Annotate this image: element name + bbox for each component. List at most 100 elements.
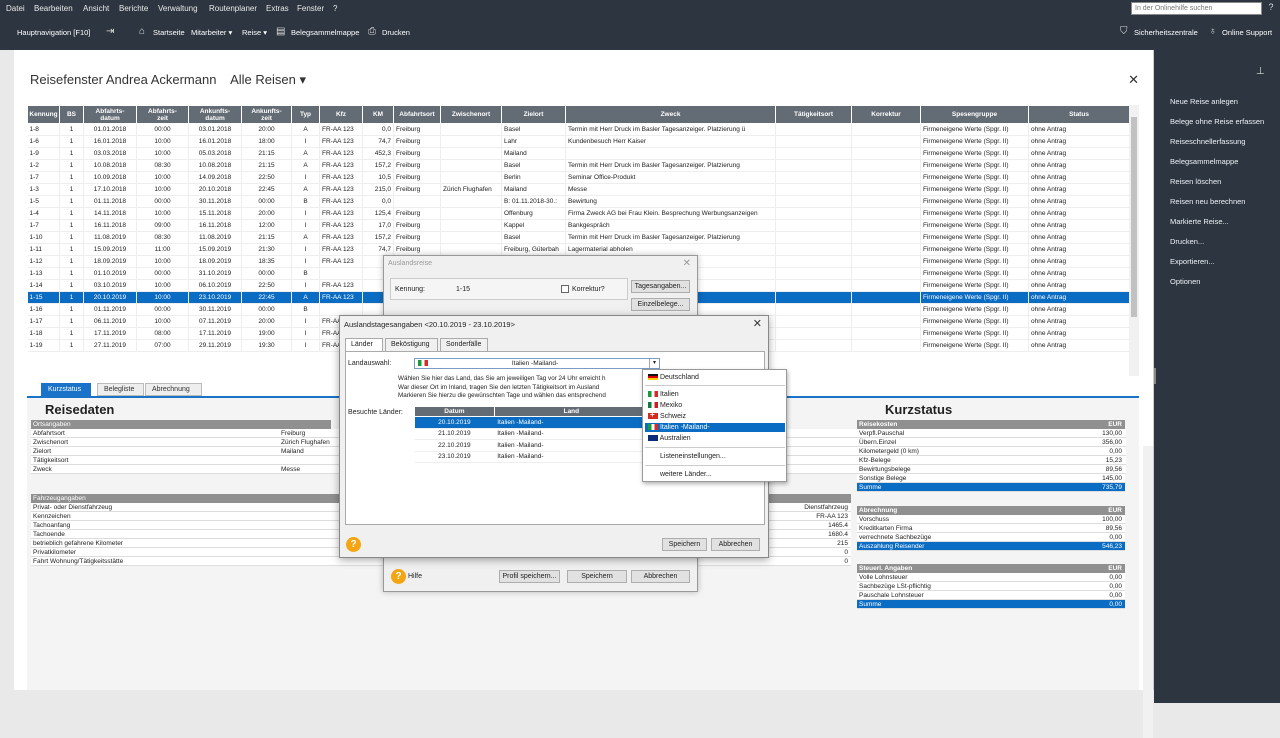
table-cell: Lagermaterial abholen (565, 243, 776, 256)
action-reisen-loeschen[interactable]: Reisen löschen (1170, 177, 1221, 186)
menu-ansicht[interactable]: Ansicht (83, 4, 109, 13)
column-header[interactable]: Ankunfts- datum (188, 105, 242, 124)
menu-bearbeiten[interactable]: Bearbeiten (34, 4, 73, 13)
column-header[interactable]: Spesengruppe (920, 105, 1029, 124)
table-row[interactable]: 1-10 1 11.08.2019 08:30 11.08.2019 21:15 A FR-A… (27, 231, 1130, 244)
action-optionen[interactable]: Optionen (1170, 277, 1200, 286)
tab-sonderfaelle[interactable]: Sonderfälle (440, 338, 488, 351)
column-header[interactable]: Abfahrts- datum (83, 105, 137, 124)
table-row[interactable]: 21.10.2019 Italien -Mailand- (414, 428, 649, 440)
hilfe-label[interactable]: Hilfe (408, 573, 422, 580)
column-header[interactable]: Korrektur (851, 105, 921, 124)
tagesangaben-button[interactable]: Tagesangaben... (631, 280, 690, 293)
weitere-laender-item[interactable]: weitere Länder... (645, 470, 785, 479)
column-header[interactable]: Ankunfts- zeit (241, 105, 292, 124)
country-item-mexiko[interactable]: Mexiko (645, 401, 785, 410)
table-row[interactable]: 1-6 1 16.01.2018 10:00 16.01.2018 18:00 I FR-AA… (27, 135, 1130, 148)
sicherheitszentrale-button[interactable]: Sicherheitszentrale (1134, 28, 1198, 37)
action-neue-reise[interactable]: Neue Reise anlegen (1170, 97, 1238, 106)
menu-routenplaner[interactable]: Routenplaner (209, 4, 257, 13)
column-header[interactable]: Abfahrtsort (393, 105, 441, 124)
chevron-down-icon[interactable]: ▾ (649, 359, 659, 368)
action-exportieren[interactable]: Exportieren... (1170, 257, 1215, 266)
table-scrollbar[interactable] (1129, 105, 1139, 376)
close-icon[interactable]: ✕ (753, 317, 762, 330)
tab-belegliste[interactable]: Belegliste (97, 383, 144, 396)
pin-icon[interactable]: ⇥ (106, 26, 114, 37)
tab-bekoestigung[interactable]: Beköstigung (385, 338, 438, 351)
tab-laender[interactable]: Länder (345, 338, 383, 352)
mitarbeiter-dropdown[interactable]: Mitarbeiter ▾ (191, 28, 232, 37)
pin-icon[interactable]: ⊥ (1256, 66, 1265, 77)
action-belege-ohne-reise[interactable]: Belege ohne Reise erfassen (1170, 117, 1264, 126)
column-header[interactable]: BS (59, 105, 84, 124)
close-icon[interactable]: ✕ (683, 258, 691, 269)
profil-speichern-button[interactable]: Profil speichern... (499, 570, 560, 583)
column-header[interactable]: KM (362, 105, 394, 124)
column-header[interactable]: Zweck (565, 105, 776, 124)
country-item-schweiz[interactable]: Schweiz (645, 410, 785, 421)
table-row[interactable]: 1-3 1 17.10.2018 10:00 20.10.2018 22:45 A FR-AA… (27, 183, 1130, 196)
abbrechen-button[interactable]: Abbrechen (711, 538, 760, 551)
filter-dropdown[interactable]: Alle Reisen ▾ (230, 72, 306, 87)
hauptnavigation-button[interactable]: Hauptnavigation [F10] (17, 28, 90, 37)
listeneinstellungen-item[interactable]: Listeneinstellungen... (645, 452, 785, 461)
menu-fenster[interactable]: Fenster (297, 4, 324, 13)
table-row[interactable]: 22.10.2019 Italien -Mailand- (414, 439, 649, 452)
abbrechen-button[interactable]: Abbrechen (631, 570, 690, 583)
action-belegsammelmappe[interactable]: Belegsammelmappe (1170, 157, 1238, 166)
action-reiseschnellerfassung[interactable]: Reiseschnellerfassung (1170, 137, 1245, 146)
help-icon[interactable]: ? (346, 537, 361, 552)
column-header[interactable]: Abfahrts- zeit (136, 105, 189, 124)
online-support-button[interactable]: Online Support (1222, 28, 1272, 37)
drucken-button[interactable]: Drucken (382, 28, 410, 37)
country-item-italien[interactable]: Italien (645, 390, 785, 399)
column-header[interactable]: Kennung (27, 105, 60, 124)
menu-verwaltung[interactable]: Verwaltung (158, 4, 198, 13)
einzelbelege-button[interactable]: Einzelbelege... (631, 298, 690, 311)
help-icon[interactable]: ? (391, 569, 406, 584)
landauswahl-combo[interactable]: Italien -Mailand- ▾ (414, 358, 660, 369)
action-markierte-reise[interactable]: Markierte Reise... (1170, 217, 1229, 226)
table-row[interactable]: 1-9 1 03.03.2018 10:00 05.03.2018 21:15 A FR-AA… (27, 147, 1130, 160)
column-header[interactable]: Kfz (319, 105, 363, 124)
menu-berichte[interactable]: Berichte (119, 4, 148, 13)
korrektur-checkbox[interactable] (561, 285, 569, 293)
country-item-italien-mailand[interactable]: Italien -Mailand- (645, 423, 785, 432)
table-row[interactable]: 1-4 1 14.11.2018 10:00 15.11.2018 20:00 I FR-AA… (27, 207, 1130, 220)
help-search-icon[interactable]: ? (1264, 2, 1278, 15)
menu-datei[interactable]: Datei (6, 4, 25, 13)
tab-kurzstatus[interactable]: Kurzstatus (41, 383, 91, 396)
reise-dropdown[interactable]: Reise ▾ (242, 28, 267, 37)
country-item-deutschland[interactable]: Deutschland (645, 373, 785, 382)
table-row[interactable]: 1-8 1 01.01.2018 00:00 03.01.2018 20:00 A FR-AA… (27, 123, 1130, 136)
column-header[interactable]: Zwischenort (440, 105, 502, 124)
table-cell: 1 (59, 135, 84, 148)
menu-help[interactable]: ? (333, 4, 337, 13)
belegsammelmappe-button[interactable]: Belegsammelmappe (291, 28, 359, 37)
table-row[interactable]: 20.10.2019 Italien -Mailand- (414, 416, 649, 429)
action-reisen-neu-berechnen[interactable]: Reisen neu berechnen (1170, 197, 1245, 206)
table-row[interactable]: 1-7 1 16.11.2018 09:00 16.11.2018 12:00 I FR-AA… (27, 219, 1130, 232)
help-search-input[interactable]: In der Onlinehilfe suchen (1131, 2, 1262, 15)
tab-abrechnung[interactable]: Abrechnung (145, 383, 202, 396)
column-header[interactable]: Tätigkeitsort (775, 105, 852, 124)
close-icon[interactable]: ✕ (1128, 72, 1139, 88)
column-header[interactable]: Status (1028, 105, 1130, 124)
table-row[interactable]: 1-7 1 10.09.2018 10:00 14.09.2018 22:50 I FR-AA… (27, 171, 1130, 184)
column-header[interactable]: Zielort (501, 105, 566, 124)
speichern-button[interactable]: Speichern (662, 538, 707, 551)
table-row[interactable]: 1-5 1 01.11.2018 00:00 30.11.2018 00:00 B FR-AA… (27, 195, 1130, 208)
action-drucken[interactable]: Drucken... (1170, 237, 1204, 246)
startseite-button[interactable]: Startseite (153, 28, 185, 37)
speichern-button[interactable]: Speichern (567, 570, 627, 583)
table-row[interactable]: 1-2 1 10.08.2018 08:30 10.08.2018 21:15 A FR-AA… (27, 159, 1130, 172)
column-header[interactable]: Typ (291, 105, 320, 124)
summary-scrollbar[interactable] (1143, 446, 1153, 738)
menu-extras[interactable]: Extras (266, 4, 289, 13)
table-cell (775, 135, 852, 148)
scrollbar-thumb[interactable] (1131, 117, 1137, 317)
country-item-australien[interactable]: Australien (645, 434, 785, 443)
table-row[interactable]: 23.10.2019 Italien -Mailand- (414, 451, 649, 463)
table-row[interactable]: 1-11 1 15.09.2019 11:00 15.09.2019 21:30 I FR-A… (27, 243, 1130, 256)
